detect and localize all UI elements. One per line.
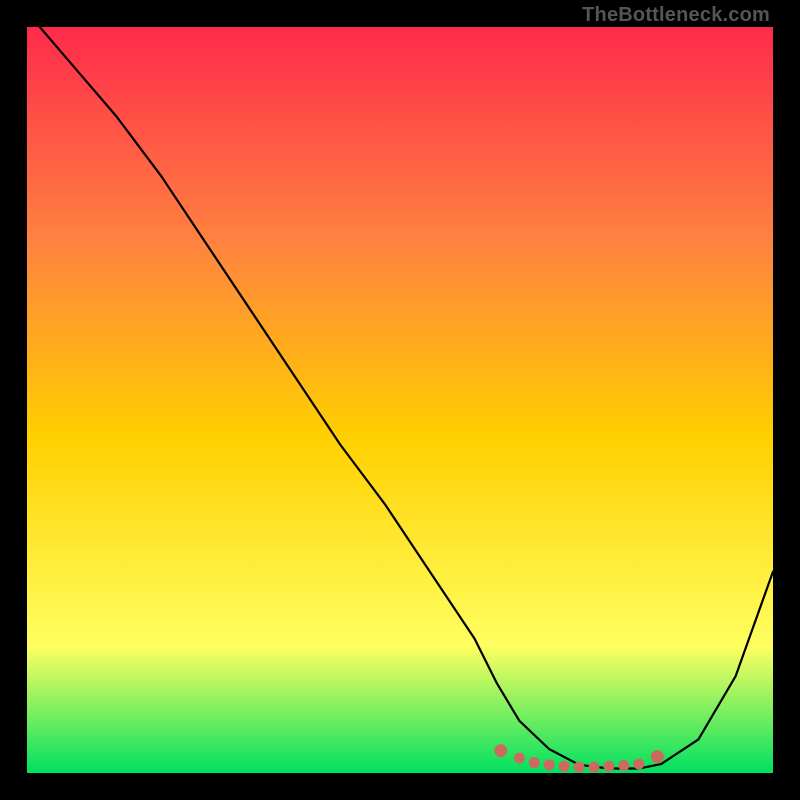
- chart-svg: [27, 27, 773, 773]
- marker-dot: [618, 760, 629, 771]
- marker-dot: [529, 757, 540, 768]
- marker-dot: [514, 753, 525, 764]
- marker-dot: [588, 762, 599, 773]
- optimal-zone-markers: [494, 744, 664, 772]
- marker-dot: [559, 761, 570, 772]
- bottleneck-curve: [27, 27, 773, 769]
- marker-dot: [544, 759, 555, 770]
- marker-dot: [633, 759, 644, 770]
- marker-dot: [494, 744, 507, 757]
- marker-dot: [651, 750, 664, 763]
- chart-container: { "watermark": "TheBottleneck.com", "cha…: [0, 0, 800, 800]
- plot-area: [27, 27, 773, 773]
- marker-dot: [603, 761, 614, 772]
- marker-dot: [574, 762, 585, 773]
- watermark-text: TheBottleneck.com: [582, 4, 770, 27]
